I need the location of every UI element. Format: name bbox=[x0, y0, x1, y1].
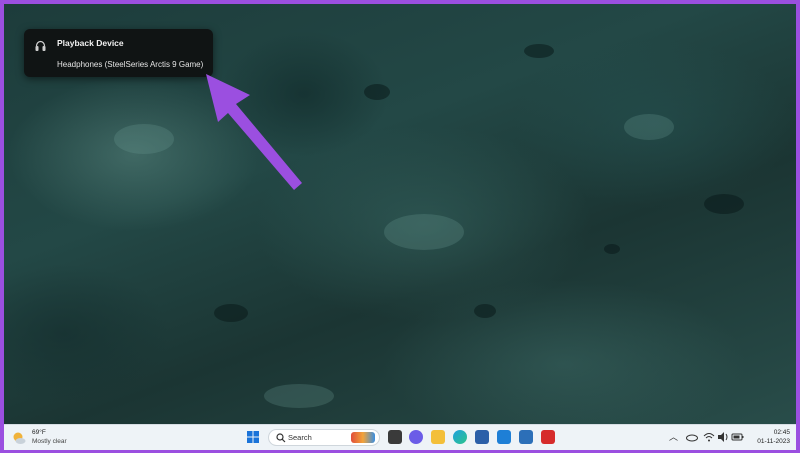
wifi-icon[interactable] bbox=[702, 430, 716, 444]
chat-icon[interactable] bbox=[409, 430, 423, 444]
weather-widget[interactable]: 69°F Mostly clear bbox=[12, 428, 102, 448]
taskbar-clock[interactable]: 02:45 01-11-2023 bbox=[757, 428, 790, 446]
moon-cloud-icon bbox=[13, 432, 26, 444]
wallpaper-texture bbox=[364, 84, 390, 100]
wallpaper-texture bbox=[624, 114, 674, 140]
taskbar: 69°F Mostly clear Search ︿ 02:45 01-11-2… bbox=[4, 424, 796, 450]
wallpaper-texture bbox=[214, 304, 248, 322]
volume-icon[interactable] bbox=[716, 430, 730, 444]
app-l-icon[interactable] bbox=[497, 430, 511, 444]
file-explorer-icon[interactable] bbox=[431, 430, 445, 444]
clock-time: 02:45 bbox=[773, 429, 790, 436]
battery-icon[interactable] bbox=[731, 430, 745, 444]
wallpaper-texture bbox=[384, 214, 464, 250]
task-view-icon[interactable] bbox=[388, 430, 402, 444]
weather-condition: Mostly clear bbox=[32, 438, 67, 445]
search-highlight-art bbox=[351, 432, 375, 443]
search-icon bbox=[276, 433, 286, 443]
chevron-up-icon[interactable]: ︿ bbox=[669, 431, 678, 443]
clock-date: 01-11-2023 bbox=[757, 438, 790, 445]
weather-temperature: 69°F bbox=[32, 429, 46, 436]
mcafee-icon[interactable] bbox=[541, 430, 555, 444]
edge-icon[interactable] bbox=[453, 430, 467, 444]
wallpaper-texture bbox=[264, 384, 334, 408]
playback-device-popup[interactable]: Playback Device Headphones (SteelSeries … bbox=[24, 29, 213, 77]
taskbar-search-box[interactable]: Search bbox=[268, 429, 380, 446]
wallpaper-texture bbox=[604, 244, 620, 254]
playback-device-name: Headphones (SteelSeries Arctis 9 Game) bbox=[57, 60, 204, 69]
wallpaper-texture bbox=[474, 304, 496, 318]
store-icon[interactable] bbox=[475, 430, 489, 444]
popup-title: Playback Device bbox=[57, 38, 124, 48]
onedrive-icon[interactable] bbox=[685, 430, 699, 444]
headphones-icon bbox=[35, 40, 46, 51]
wallpaper-texture bbox=[704, 194, 744, 214]
app-icon[interactable] bbox=[519, 430, 533, 444]
windows-start-icon[interactable] bbox=[246, 430, 260, 444]
wallpaper-texture bbox=[114, 124, 174, 154]
wallpaper-texture bbox=[524, 44, 554, 58]
search-label: Search bbox=[288, 433, 312, 442]
